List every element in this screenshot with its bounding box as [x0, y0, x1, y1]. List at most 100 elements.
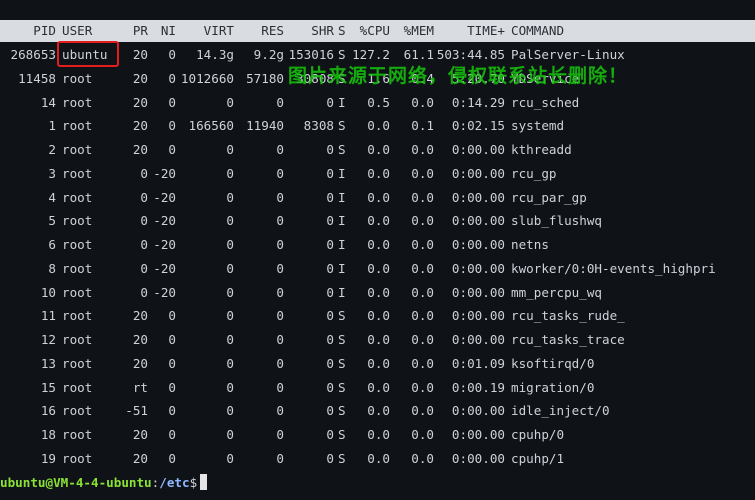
cell-shr: 0 [326, 189, 334, 205]
cell-user: root [62, 142, 93, 157]
cell-pr: 20 [132, 47, 148, 62]
cell-mem: 0.1 [411, 118, 434, 134]
cell-time: 0:00.00 [451, 260, 505, 276]
cell-user: root [62, 355, 93, 371]
cell-state: I [338, 165, 346, 181]
cell-virt: 0 [226, 94, 234, 110]
cell-command: mm_percpu_wq [511, 284, 602, 300]
cell-ni: 0 [168, 94, 176, 110]
cell-shr: 8308 [303, 118, 334, 134]
cell-cpu: 0.0 [367, 213, 390, 229]
cell-virt: 0 [226, 142, 234, 157]
cell-time: 0:00.00 [451, 427, 505, 442]
prompt-path: /etc [159, 475, 190, 490]
terminal-window[interactable]: PID USER PR NI VIRT RES SHR S %CPU %MEM … [0, 0, 755, 500]
cell-state: S [338, 355, 346, 371]
cell-state: S [338, 427, 346, 442]
cell-shr: 0 [326, 142, 334, 157]
cell-pid: 11458 [18, 70, 56, 86]
cell-shr: 0 [326, 427, 334, 442]
cell-ni: -20 [153, 260, 176, 276]
cell-mem: 0.0 [411, 427, 434, 442]
cell-virt: 0 [226, 213, 234, 229]
cell-ni: 0 [168, 403, 176, 419]
cell-shr: 0 [326, 260, 334, 276]
cell-pr: 0 [140, 165, 148, 181]
cell-cpu: 0.0 [367, 142, 390, 157]
header-pid: PID [33, 23, 56, 38]
cell-res: 0 [276, 332, 284, 347]
cell-state: S [338, 379, 346, 395]
cell-time: 0:14.29 [451, 94, 505, 110]
table-row: 4 root 0 -20 0 0 0 I 0.0 0.0 0:00.00 rcu_par_gp [0, 187, 755, 209]
cell-command: netns [511, 237, 549, 252]
cell-virt: 0 [226, 284, 234, 300]
cell-time: 0:00.19 [451, 379, 505, 395]
cell-time: 0:00.00 [451, 284, 505, 300]
cell-cpu: 0.0 [367, 403, 390, 419]
cell-cpu: 0.0 [367, 427, 390, 442]
cell-pr: 20 [132, 450, 148, 466]
cell-mem: 0.0 [411, 94, 434, 110]
header-mem: %MEM [403, 23, 434, 38]
cell-user: root [62, 260, 93, 276]
table-row: 15 root rt 0 0 0 0 S 0.0 0.0 0:00.19 migration/0 [0, 377, 755, 399]
cell-pid: 11 [40, 308, 56, 324]
cell-state: S [338, 332, 346, 347]
cell-res: 9.2g [253, 47, 284, 62]
cell-state: I [338, 94, 346, 110]
cell-pid: 15 [40, 379, 56, 395]
cell-user: root [62, 450, 93, 466]
cell-cpu: 0.0 [367, 237, 390, 252]
cell-mem: 0.0 [411, 379, 434, 395]
cell-ni: 0 [168, 70, 176, 86]
table-row: 5 root 0 -20 0 0 0 I 0.0 0.0 0:00.00 slub_flushwq [0, 210, 755, 232]
cell-pid: 268653 [10, 47, 57, 62]
cell-pr: -51 [125, 403, 148, 419]
cell-command: rcu_gp [511, 165, 557, 181]
cell-res: 0 [276, 213, 284, 229]
cell-mem: 0.0 [411, 403, 434, 419]
cell-time: 0:00.00 [451, 237, 505, 252]
cell-res: 0 [276, 237, 284, 252]
cell-virt: 0 [226, 165, 234, 181]
cell-pr: 20 [132, 118, 148, 134]
cell-ni: -20 [153, 165, 176, 181]
cell-virt: 1012660 [180, 70, 234, 86]
cell-mem: 0.0 [411, 332, 434, 347]
cell-time: 0:00.00 [451, 308, 505, 324]
cell-virt: 166560 [188, 118, 235, 134]
cell-mem: 0.0 [411, 450, 434, 466]
cell-command: rcu_par_gp [511, 189, 587, 205]
cell-time: 0:00.00 [451, 450, 505, 466]
table-row: 13 root 20 0 0 0 0 S 0.0 0.0 0:01.09 ksoftirqd/0 [0, 353, 755, 375]
cell-res: 0 [276, 142, 284, 157]
cell-time: 0:00.00 [451, 403, 505, 419]
cell-res: 0 [276, 355, 284, 371]
cell-virt: 0 [226, 427, 234, 442]
cell-state: S [338, 308, 346, 324]
cell-virt: 0 [226, 450, 234, 466]
cell-time: 0:02.15 [451, 118, 505, 134]
cell-time: 0:00.00 [451, 332, 505, 347]
highlight-box [57, 41, 119, 67]
shell-prompt[interactable]: ubuntu@VM-4-4-ubuntu:/etc$ [0, 472, 755, 494]
cell-mem: 0.0 [411, 165, 434, 181]
cell-pid: 2 [48, 142, 56, 157]
cell-command: rcu_sched [511, 94, 580, 110]
cell-virt: 0 [226, 403, 234, 419]
cell-command: rcu_tasks_trace [511, 332, 625, 347]
cell-pid: 8 [48, 260, 56, 276]
cell-virt: 0 [226, 332, 234, 347]
table-row: 8 root 0 -20 0 0 0 I 0.0 0.0 0:00.00 kworker/0:0H-e… [0, 258, 755, 280]
prompt-user-host: ubuntu@VM-4-4-ubuntu [0, 475, 152, 490]
cell-ni: -20 [153, 284, 176, 300]
cell-ni: 0 [168, 332, 176, 347]
cell-pr: 20 [132, 142, 148, 157]
cell-shr: 0 [326, 332, 334, 347]
cell-state: I [338, 189, 346, 205]
cell-pid: 12 [40, 332, 56, 347]
cell-user: root [62, 308, 93, 324]
header-ni: NI [160, 23, 176, 38]
cell-ni: 0 [168, 379, 176, 395]
